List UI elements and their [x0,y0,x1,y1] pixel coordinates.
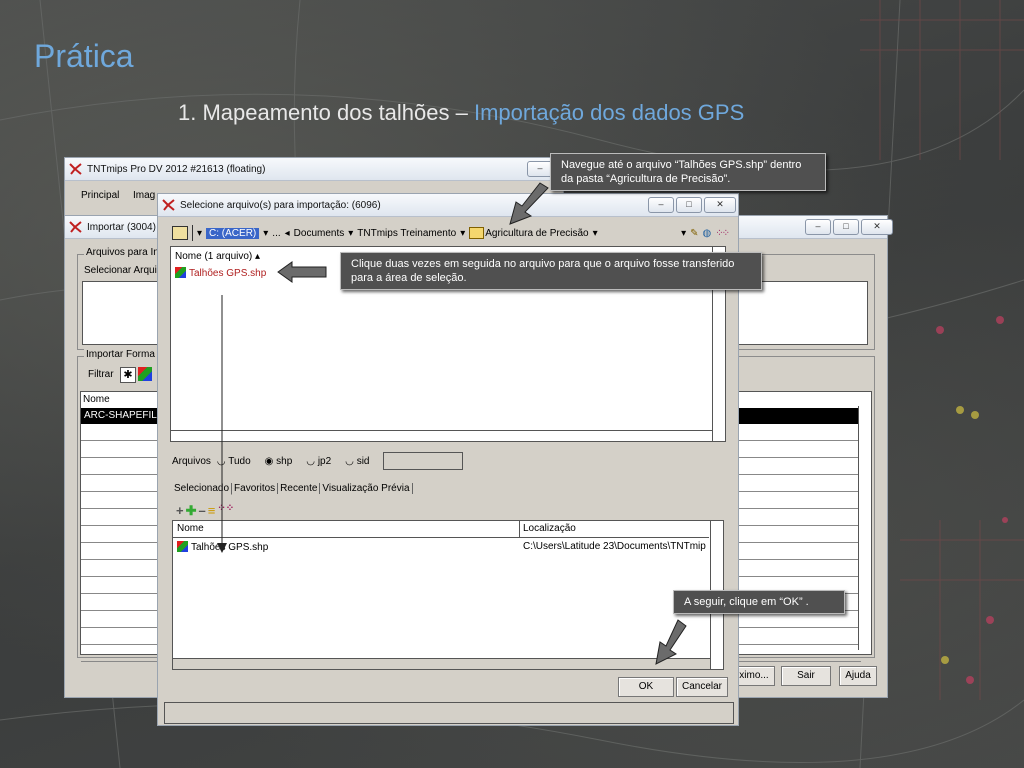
path-bar: ▾ C: (ACER) ▾ ... ◂ Documents ▾ TNTmips … [172,224,730,242]
tntmips-app-icon [162,199,175,211]
format-col-name: Nome [83,394,110,405]
tab-preview[interactable]: Visualização Prévia [320,483,413,494]
chevron-down-icon[interactable]: ▾ [348,228,353,239]
selected-row-location: C:\Users\Latitude 23\Documents\TNTmip [523,541,706,552]
shapefile-icon [175,267,186,278]
selected-col-name[interactable]: Nome [177,523,204,534]
pencil-icon[interactable]: ✎ [690,228,698,239]
file-dialog-title: Selecione arquivo(s) para importação: (6… [180,199,381,211]
tab-recent[interactable]: Recente [278,483,321,494]
filter-text-input[interactable] [383,452,464,470]
selected-col-location[interactable]: Localização [523,523,576,534]
shapefile-icon [177,541,188,552]
folder-icon [469,227,485,239]
selected-files-list[interactable]: Nome Localização Talhões GPS.shp C:\User… [172,520,724,670]
status-bar [164,702,734,724]
remove-all-icon[interactable]: ≡ [208,503,216,519]
callout-navigate: Navegue até o arquivo “Talhões GPS.shp” … [550,153,826,191]
file-type-label: Arquivos [172,455,211,467]
import-maximize-button[interactable]: □ [833,219,859,235]
path-tntmips[interactable]: TNTmips Treinamento [357,228,456,239]
radio-shp[interactable]: ◉ shp [265,456,293,467]
filter-label: Filtrar [88,369,114,380]
radio-jp2[interactable]: ◡ jp2 [306,456,331,467]
exit-button[interactable]: Sair [781,666,831,686]
path-folder[interactable]: Agricultura de Precisão [485,228,588,239]
chevron-down-icon[interactable]: ▾ [263,228,268,239]
subtitle-highlight: Importação dos dados GPS [473,100,745,125]
grid-dots-icon[interactable]: ⁘⁘ [715,228,730,239]
tab-selected[interactable]: Selecionado [172,483,233,495]
subtitle-main: 1. Mapeamento dos talhões – [178,100,468,125]
radio-sid[interactable]: ◡ sid [345,456,369,467]
file-list-hscrollbar[interactable] [171,430,725,441]
slide-title: Prática [34,38,134,74]
callout-double-click: Clique duas vezes em seguida no arquivo … [340,252,762,290]
main-window-titlebar: TNTmips Pro DV 2012 #21613 (floating) – [65,158,563,181]
grid-dots-icon[interactable]: ⁘⁘ [217,503,234,519]
dialog-close-button[interactable]: ✕ [704,197,736,213]
chevron-down-icon[interactable]: ▾ [593,228,598,239]
file-type-filter: Arquivos ◡ Tudo ◉ shp ◡ jp2 ◡ sid [172,452,464,470]
file-dialog-titlebar: Selecione arquivo(s) para importação: (6… [158,194,738,217]
tab-favorites[interactable]: Favoritos [232,483,279,494]
slide-subtitle: 1. Mapeamento dos talhões – Importação d… [178,100,744,126]
path-drive[interactable]: C: (ACER) [206,227,260,239]
remove-icon[interactable]: – [199,503,206,519]
files-group-label: Arquivos para In [84,247,161,258]
radio-all[interactable]: ◡ Tudo [217,456,251,467]
format-group-label: Importar Forma [84,349,157,360]
dialog-maximize-button[interactable]: □ [676,197,702,213]
add-all-icon[interactable]: ✚ [186,503,197,519]
tntmips-app-icon [69,221,82,233]
tntmips-app-icon [69,163,82,175]
selection-toolbar: + ✚ – ≡ ⁘⁘ [176,503,234,519]
format-scrollbar[interactable] [858,406,871,650]
path-end-dropdown-icon[interactable]: ▾ [681,228,686,239]
chevron-down-icon[interactable]: ▾ [460,228,465,239]
file-item[interactable]: Talhões GPS.shp [175,267,266,279]
path-documents[interactable]: Documents [294,228,345,239]
path-ellipsis[interactable]: ... [272,228,280,239]
menu-imagem[interactable]: Imag [133,190,155,201]
globe-icon[interactable]: ◍ [703,228,712,239]
path-dropdown-icon[interactable]: ▾ [197,228,202,239]
import-minimize-button[interactable]: – [805,219,831,235]
import-window-title: Importar (3004) [87,221,156,233]
selected-row-name[interactable]: Talhões GPS.shp [177,541,268,553]
selected-hscrollbar[interactable] [173,658,723,669]
selection-tabs: Selecionado Favoritos Recente Visualização … [172,482,413,495]
help-button[interactable]: Ajuda [839,666,877,686]
callout-ok: A seguir, clique em “OK” . [673,590,845,614]
filter-raster-icon[interactable] [138,367,152,381]
filter-all-icon[interactable]: ✱ [120,367,136,383]
cancel-button[interactable]: Cancelar [676,677,728,697]
select-files-label[interactable]: Selecionar Arqui [84,265,157,276]
file-list-header[interactable]: Nome (1 arquivo) ▴ [175,251,260,262]
chevron-left-icon[interactable]: ◂ [285,228,290,239]
add-icon[interactable]: + [176,503,184,519]
ok-button[interactable]: OK [618,677,674,697]
main-window-title: TNTmips Pro DV 2012 #21613 (floating) [87,163,266,175]
folder-up-icon[interactable] [172,226,188,240]
next-button[interactable]: ximo... [733,666,775,686]
menu-principal[interactable]: Principal [81,190,119,201]
dialog-minimize-button[interactable]: – [648,197,674,213]
import-close-button[interactable]: ✕ [861,219,893,235]
